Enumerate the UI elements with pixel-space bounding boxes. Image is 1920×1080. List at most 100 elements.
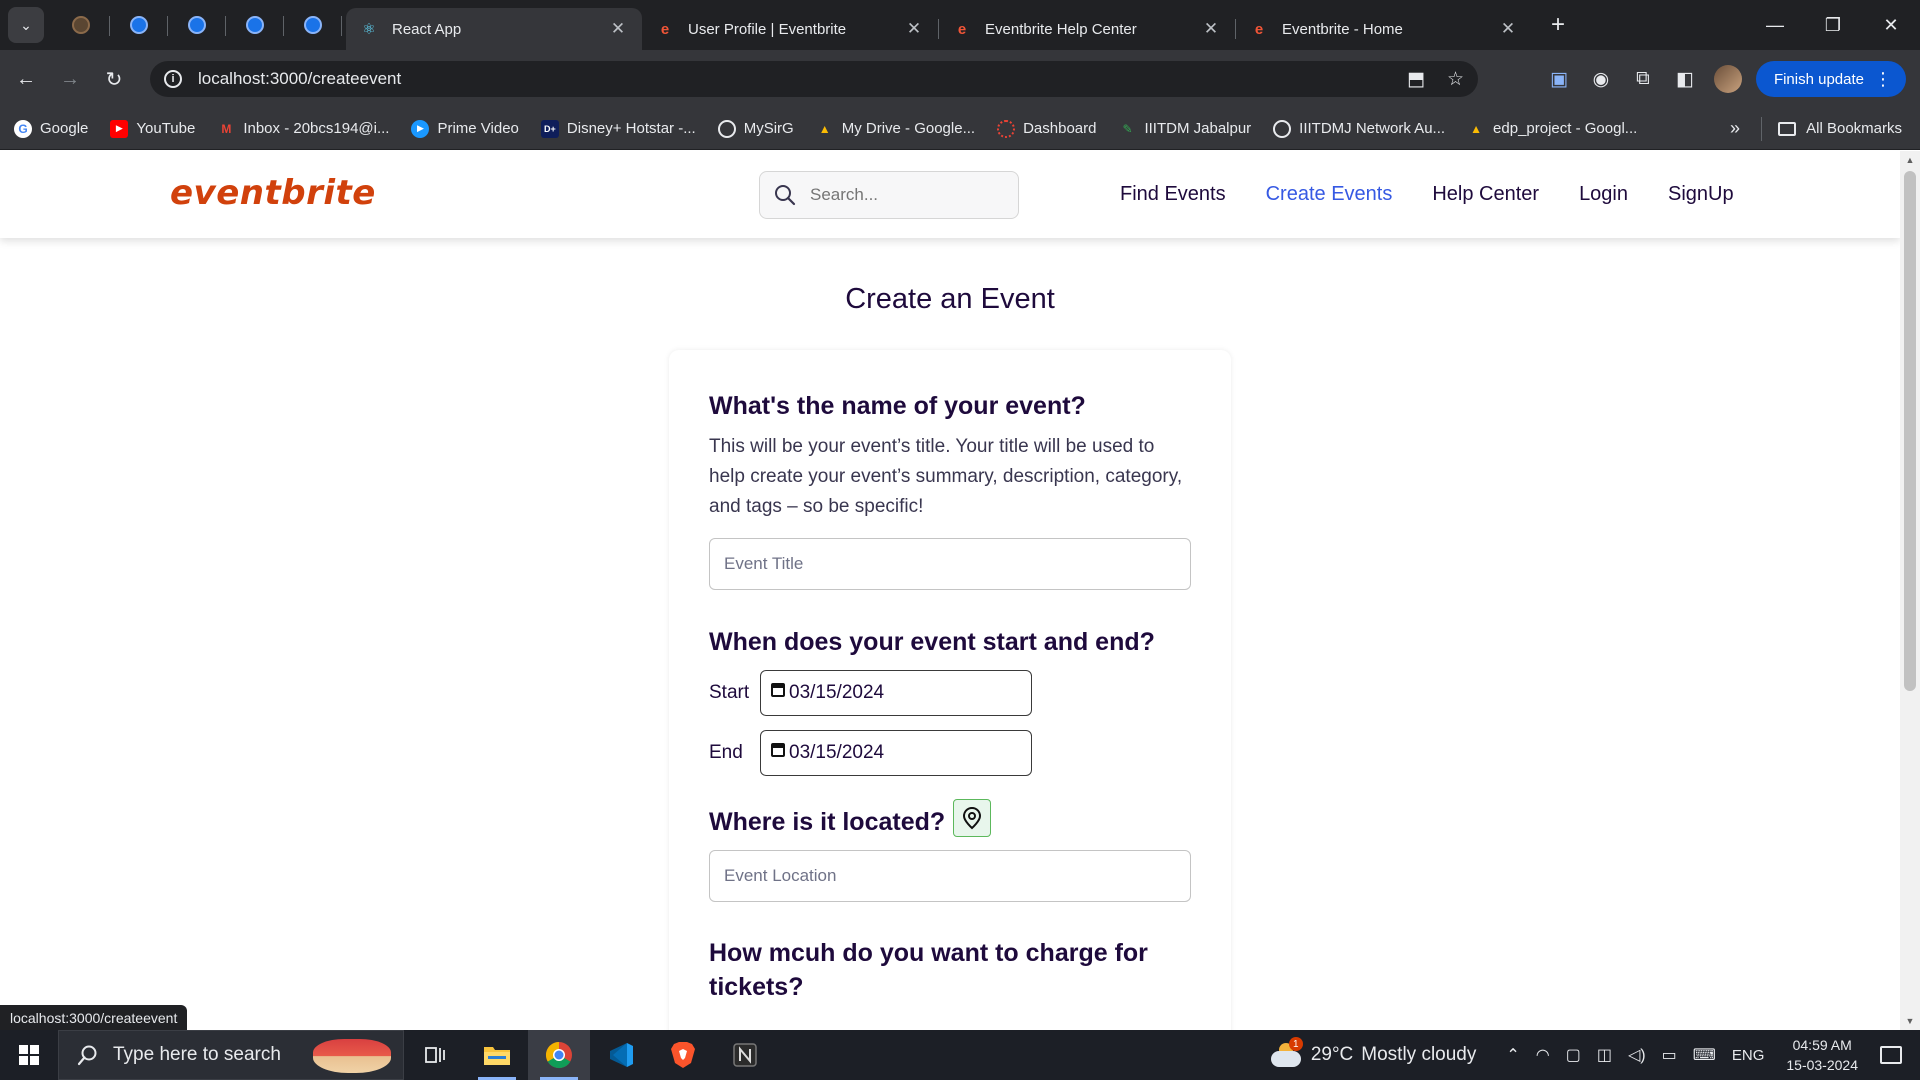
calendar-icon[interactable] <box>771 683 785 697</box>
screenshot-extension-icon[interactable]: ▣ <box>1538 61 1580 97</box>
bookmark-youtube[interactable]: ▶ YouTube <box>110 119 195 138</box>
event-location-input[interactable]: Event Location <box>709 850 1191 902</box>
bookmark-my-drive[interactable]: ▲ My Drive - Google... <box>816 120 975 138</box>
finish-update-label: Finish update <box>1773 70 1864 88</box>
bookmark-prime-video[interactable]: ▶ Prime Video <box>411 119 519 138</box>
show-hidden-icons-icon[interactable]: ⌃ <box>1506 1045 1519 1065</box>
wifi-icon[interactable]: ◠ <box>1536 1045 1550 1065</box>
forward-button[interactable]: → <box>52 61 88 97</box>
bookmark-star-icon[interactable]: ☆ <box>1447 68 1464 91</box>
eventbrite-logo[interactable]: eventbrite <box>170 173 376 213</box>
bookmark-iiitdm[interactable]: ✎ IIITDM Jabalpur <box>1118 120 1251 138</box>
mostly-cloudy-icon: 1 <box>1270 1037 1303 1067</box>
pinned-tab[interactable] <box>52 4 110 46</box>
extensions-puzzle-icon[interactable]: ⧉ <box>1622 61 1664 97</box>
pinned-tab[interactable] <box>284 4 342 46</box>
bookmark-edp-project[interactable]: ▲ edp_project - Googl... <box>1467 120 1637 138</box>
input-language[interactable]: ENG <box>1732 1047 1765 1064</box>
site-header: eventbrite Find Events Create Events Hel… <box>0 151 1900 238</box>
nav-signup[interactable]: SignUp <box>1668 183 1734 206</box>
reload-button[interactable]: ↻ <box>96 61 132 97</box>
scroll-up-icon[interactable]: ▲ <box>1900 155 1920 165</box>
browser-tab-home[interactable]: e Eventbrite - Home ✕ <box>1236 8 1532 50</box>
taskbar-notion[interactable] <box>714 1030 776 1080</box>
location-pin-button[interactable] <box>953 799 992 837</box>
nav-find-events[interactable]: Find Events <box>1120 183 1226 206</box>
side-panel-icon[interactable]: ◧ <box>1664 61 1706 97</box>
extension-icon[interactable]: ◉ <box>1580 61 1622 97</box>
bookmark-google[interactable]: G Google <box>14 119 88 138</box>
bookmark-hotstar[interactable]: D+ Disney+ Hotstar -... <box>540 119 696 138</box>
start-date-input[interactable]: 03/15/2024 <box>760 670 1032 716</box>
task-view-button[interactable] <box>404 1030 466 1080</box>
battery-icon[interactable]: ▭ <box>1662 1045 1677 1065</box>
close-tab-icon[interactable]: ✕ <box>1498 19 1518 39</box>
taskbar-search[interactable]: Type here to search <box>58 1030 404 1080</box>
new-tab-button[interactable]: + <box>1540 7 1576 43</box>
restore-icon[interactable]: ❐ <box>1804 0 1862 50</box>
profile-avatar[interactable] <box>1713 65 1742 93</box>
all-bookmarks-button[interactable]: All Bookmarks <box>1761 116 1902 141</box>
address-bar[interactable]: i localhost:3000/createevent ⬒ ☆ <box>150 61 1478 97</box>
clock[interactable]: 04:59 AM 15-03-2024 <box>1786 1035 1858 1075</box>
close-tab-icon[interactable]: ✕ <box>904 19 924 39</box>
tab-search-button[interactable]: ⌄ <box>8 7 44 43</box>
minimize-icon[interactable]: — <box>1746 0 1804 50</box>
onedrive-icon[interactable]: ▢ <box>1566 1045 1581 1065</box>
end-date-input[interactable]: 03/15/2024 <box>760 730 1032 776</box>
file-explorer-icon <box>484 1047 510 1065</box>
hotstar-icon: D+ <box>540 119 559 138</box>
site-info-icon[interactable]: i <box>164 70 182 88</box>
notification-center-icon[interactable] <box>1880 1046 1902 1064</box>
browser-tab-react-app[interactable]: ⚛ React App ✕ <box>346 8 642 50</box>
window-controls: — ❐ ✕ <box>1746 0 1920 50</box>
url-text[interactable]: localhost:3000/createevent <box>198 69 1385 89</box>
taskbar-chrome[interactable] <box>528 1030 590 1080</box>
iiitdm-icon: ✎ <box>1122 121 1133 136</box>
calendar-icon[interactable] <box>771 743 785 757</box>
close-tab-icon[interactable]: ✕ <box>608 19 628 39</box>
browser-tab-user-profile[interactable]: e User Profile | Eventbrite ✕ <box>642 8 938 50</box>
event-title-input[interactable]: Event Title <box>709 538 1191 590</box>
close-window-icon[interactable]: ✕ <box>1862 0 1920 50</box>
browser-tab-help-center[interactable]: e Eventbrite Help Center ✕ <box>939 8 1235 50</box>
pinned-tab[interactable] <box>110 4 168 46</box>
keyboard-icon[interactable]: ⌨ <box>1693 1045 1716 1065</box>
notion-icon <box>733 1043 757 1067</box>
bookmark-inbox[interactable]: M Inbox - 20bcs194@i... <box>217 120 389 138</box>
pinned-tab[interactable] <box>168 4 226 46</box>
site-search[interactable] <box>759 171 1019 219</box>
bookmark-label: My Drive - Google... <box>841 120 976 137</box>
weather-widget[interactable]: 1 29°C Mostly cloudy <box>1270 1037 1476 1067</box>
taskbar-file-explorer[interactable] <box>466 1030 528 1080</box>
pinned-tab[interactable] <box>226 4 284 46</box>
page-scrollbar[interactable]: ▲ ▼ <box>1900 151 1920 1030</box>
nav-create-events[interactable]: Create Events <box>1266 183 1393 206</box>
meet-now-icon[interactable]: ◫ <box>1597 1045 1612 1065</box>
start-button[interactable] <box>0 1030 58 1080</box>
install-app-icon[interactable]: ⬒ <box>1407 68 1425 91</box>
volume-icon[interactable]: ◁) <box>1628 1045 1646 1065</box>
taskbar-brave[interactable] <box>652 1030 714 1080</box>
nav-login[interactable]: Login <box>1579 183 1628 206</box>
start-date-value: 03/15/2024 <box>789 682 885 703</box>
location-pin-icon <box>963 806 982 830</box>
scrollbar-thumb[interactable] <box>1904 171 1916 691</box>
drive-icon: ▲ <box>818 121 831 136</box>
folder-icon <box>1778 121 1797 136</box>
site-nav-links: Find Events Create Events Help Center Lo… <box>1120 151 1774 238</box>
finish-update-button[interactable]: Finish update ⋮ <box>1755 61 1906 97</box>
brave-icon <box>671 1042 695 1068</box>
more-bookmarks-icon[interactable]: » <box>1730 118 1740 139</box>
bookmark-label: Disney+ Hotstar -... <box>566 120 696 137</box>
bookmark-network-auth[interactable]: IIITDMJ Network Au... <box>1273 119 1445 138</box>
search-input[interactable] <box>810 185 990 205</box>
scroll-down-icon[interactable]: ▼ <box>1900 1016 1920 1026</box>
nav-help-center[interactable]: Help Center <box>1432 183 1539 206</box>
taskbar-vscode[interactable] <box>590 1030 652 1080</box>
bookmark-dashboard[interactable]: Dashboard <box>997 119 1096 138</box>
eventbrite-icon: e <box>1254 20 1264 38</box>
bookmark-mysirg[interactable]: MySirG <box>717 119 794 138</box>
close-tab-icon[interactable]: ✕ <box>1201 19 1221 39</box>
back-button[interactable]: ← <box>8 61 44 97</box>
